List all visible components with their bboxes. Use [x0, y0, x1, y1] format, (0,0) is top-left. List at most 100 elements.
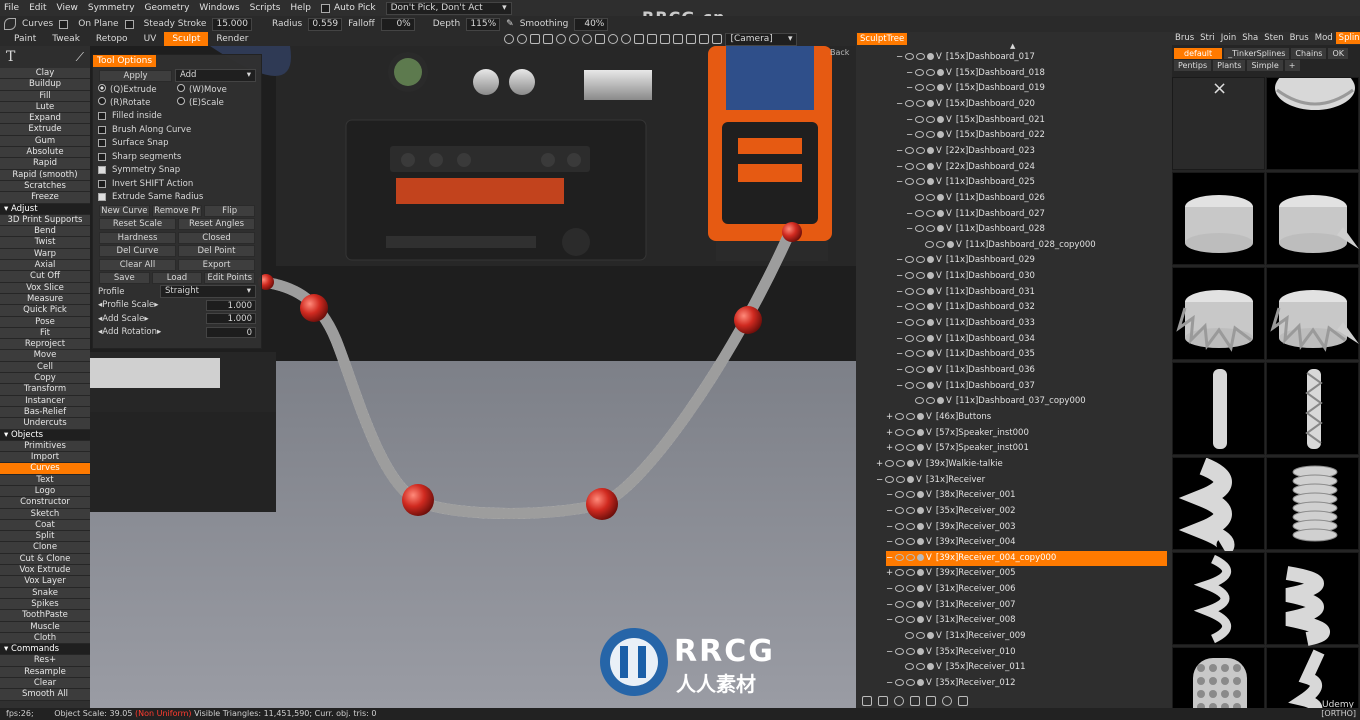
material-sphere-icon[interactable]	[947, 240, 954, 248]
option-checkbox-row[interactable]: Symmetry Snap	[93, 164, 261, 178]
material-sphere-icon[interactable]	[937, 115, 944, 123]
expand-icon[interactable]: +	[886, 410, 895, 425]
tree-row[interactable]: − V [11x]Dashboard_027	[906, 207, 1045, 222]
sphere-icon[interactable]	[942, 696, 952, 706]
visibility-eye-icon[interactable]	[915, 209, 924, 217]
tree-row[interactable]: V [31x]Receiver_009	[896, 629, 1026, 644]
ghost-eye-icon[interactable]	[906, 679, 915, 686]
ghost-eye-icon[interactable]	[916, 319, 925, 327]
visibility-eye-icon[interactable]	[895, 616, 904, 624]
curve-command-button[interactable]: Flip	[204, 204, 256, 217]
tool-item[interactable]: 3D Print Supports	[0, 214, 90, 227]
extrude-radio[interactable]: (Q)Extrude	[98, 83, 177, 95]
material-sphere-icon[interactable]	[927, 366, 934, 373]
tool-item[interactable]: Axial	[0, 260, 90, 272]
curve-command-button[interactable]: New Curve	[99, 204, 150, 217]
ghost-eye-icon[interactable]	[906, 506, 915, 514]
collapse-icon[interactable]: −	[906, 128, 915, 143]
tree-row[interactable]: − V [22x]Dashboard_024	[896, 160, 1035, 175]
ghost-eye-icon[interactable]	[926, 209, 935, 217]
collapse-icon[interactable]: −	[896, 347, 905, 362]
material-sphere-icon[interactable]	[927, 162, 934, 170]
tree-row[interactable]: − V [39x]Receiver_004_copy000	[886, 550, 1167, 566]
material-sphere-icon[interactable]	[907, 459, 914, 467]
visibility-eye-icon[interactable]	[905, 287, 914, 295]
spline-thumb-rod[interactable]	[1172, 362, 1265, 455]
tree-row[interactable]: − V [31x]Receiver	[876, 473, 985, 488]
tree-row[interactable]: − V [11x]Dashboard_036	[896, 363, 1035, 378]
tool-item[interactable]: Res+	[0, 655, 90, 667]
ghost-eye-icon[interactable]	[916, 632, 925, 640]
scale-radio[interactable]: (E)Scale	[177, 97, 256, 108]
tool-item[interactable]: Cloth	[0, 632, 90, 645]
tool-item[interactable]: Snake	[0, 587, 90, 599]
tool-item[interactable]: Bend	[0, 226, 90, 238]
tree-row[interactable]: − V [11x]Dashboard_032	[896, 300, 1035, 315]
tool-item[interactable]: Vox Extrude	[0, 565, 90, 577]
tool-item[interactable]: Quick Pick	[0, 305, 90, 317]
material-sphere-icon[interactable]	[917, 569, 924, 577]
visibility-eye-icon[interactable]	[895, 491, 904, 499]
collapse-icon[interactable]: −	[896, 160, 905, 175]
visibility-eye-icon[interactable]	[895, 569, 904, 577]
tree-row[interactable]: V [11x]Dashboard_026	[906, 191, 1045, 206]
collapse-icon[interactable]: −	[886, 645, 895, 660]
tool-item[interactable]: Gum	[0, 135, 90, 148]
spline-thumb-coil-stack[interactable]	[1266, 457, 1359, 550]
close-icon[interactable]: ×	[1212, 78, 1227, 99]
spline-thumb-stump[interactable]	[1172, 172, 1265, 265]
tree-row[interactable]: − V [11x]Dashboard_025	[896, 175, 1035, 190]
tool-item[interactable]: Constructor	[0, 497, 90, 509]
preset-tinker[interactable]: _TinkerSplines	[1224, 48, 1290, 59]
collapse-icon[interactable]: −	[896, 175, 905, 190]
ghost-eye-icon[interactable]	[906, 522, 915, 530]
move-radio[interactable]: (W)Move	[177, 83, 256, 95]
camera-icon[interactable]	[660, 34, 671, 44]
spline-thumb-stump-horn-spikes[interactable]	[1266, 267, 1359, 360]
visibility-eye-icon[interactable]	[905, 663, 914, 671]
visibility-eye-icon[interactable]	[905, 146, 914, 154]
tree-row[interactable]: − V [38x]Receiver_001	[886, 488, 1016, 503]
add-preset-button[interactable]: +	[1284, 60, 1300, 71]
collapse-icon[interactable]: −	[886, 582, 895, 597]
tab-models[interactable]: Mod	[1312, 32, 1336, 44]
curve-command-button[interactable]: Hardness	[99, 231, 176, 244]
ghost-eye-icon[interactable]	[926, 397, 935, 405]
menu-symmetry[interactable]: Symmetry	[88, 3, 135, 13]
collapse-icon[interactable]: −	[906, 113, 915, 128]
eye-icon[interactable]	[894, 696, 904, 706]
preset-plants[interactable]: Plants	[1213, 60, 1246, 71]
tool-item[interactable]: ToothPaste	[0, 610, 90, 622]
visibility-eye-icon[interactable]	[905, 256, 914, 264]
ghost-eye-icon[interactable]	[906, 428, 915, 436]
tool-item[interactable]: Clone	[0, 542, 90, 554]
menu-scripts[interactable]: Scripts	[250, 3, 281, 13]
tool-section-header[interactable]: ▾ Commands	[0, 644, 90, 656]
tool-item[interactable]: Coat	[0, 519, 90, 532]
tool-item[interactable]: Fill	[0, 90, 90, 102]
tool-item[interactable]: Undercuts	[0, 418, 90, 430]
tree-row[interactable]: − V [11x]Dashboard_029	[896, 253, 1035, 268]
tab-join[interactable]: Join	[1218, 32, 1239, 44]
ghost-eye-icon[interactable]	[936, 240, 945, 248]
depth-input[interactable]: 115%	[466, 17, 501, 31]
tree-row[interactable]: − V [15x]Dashboard_017	[896, 50, 1035, 65]
tree-row[interactable]: − V [35x]Receiver_012	[886, 676, 1016, 691]
grid-icon[interactable]	[595, 34, 606, 44]
visibility-eye-icon[interactable]	[895, 522, 904, 530]
visibility-eye-icon[interactable]	[885, 459, 894, 467]
menu-help[interactable]: Help	[290, 3, 311, 13]
spline-thumb-spring[interactable]	[1172, 552, 1265, 645]
param-input[interactable]: 0	[206, 326, 256, 338]
ghost-eye-icon[interactable]	[926, 84, 935, 92]
tool-item[interactable]: Rapid (smooth)	[0, 169, 90, 181]
tree-row[interactable]: − V [31x]Receiver_006	[886, 582, 1016, 597]
material-sphere-icon[interactable]	[937, 68, 944, 76]
spline-thumb-stump-horn[interactable]	[1266, 172, 1359, 265]
camera-dropdown[interactable]: [Camera] ▾	[725, 32, 798, 46]
spline-thumb-twist[interactable]	[1172, 457, 1265, 556]
visibility-eye-icon[interactable]	[915, 131, 924, 139]
floor-icon[interactable]	[699, 34, 710, 44]
ghost-eye-icon[interactable]	[906, 600, 915, 608]
tree-row[interactable]: − V [39x]Receiver_004	[886, 535, 1016, 550]
